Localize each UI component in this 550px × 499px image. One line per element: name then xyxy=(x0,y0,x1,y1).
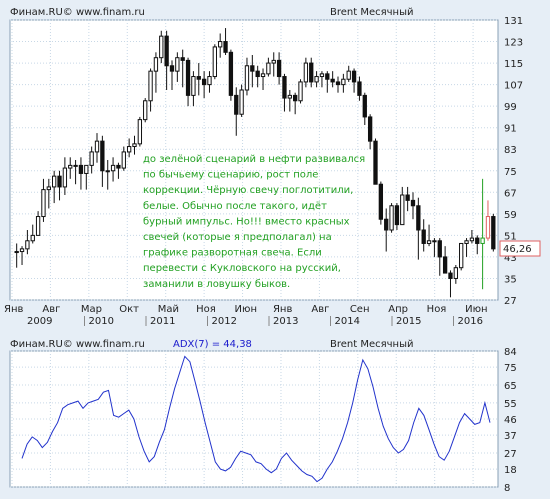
x-year-label: 2011 xyxy=(150,316,175,327)
x-month-label: Янв xyxy=(4,304,23,315)
x-year-label: 2016 xyxy=(458,316,483,327)
x-month-label: Май xyxy=(158,304,179,315)
adx-y-tick-label: 46 xyxy=(504,415,517,426)
y-tick-label: 123 xyxy=(504,38,523,49)
x-month-label: Ноя xyxy=(196,304,216,315)
candle xyxy=(491,213,496,252)
candle xyxy=(143,98,148,123)
x-month-label: Авг xyxy=(311,304,329,315)
x-year-label: 2013 xyxy=(273,316,298,327)
candle xyxy=(228,49,234,101)
annotation-line: белые. Обычно после такого, идёт xyxy=(143,201,327,212)
annotation-line: графике разворотная свеча. Если xyxy=(143,248,322,259)
candle xyxy=(298,79,303,104)
y-tick-label: 67 xyxy=(504,188,517,199)
y-tick-label: 59 xyxy=(504,210,517,221)
adx-y-tick-label: 65 xyxy=(504,381,517,392)
x-month-label: Янв xyxy=(273,304,292,315)
adx-header-left: Финам.RU© www.finam.ru xyxy=(10,339,145,350)
y-tick-label: 131 xyxy=(504,16,523,27)
x-year-label: 2010 xyxy=(89,316,114,327)
annotation-line: коррекции. Чёрную свечу поглотитили, xyxy=(143,185,353,196)
y-tick-label: 115 xyxy=(504,59,523,70)
adx-y-tick-label: 8 xyxy=(504,483,510,494)
candle xyxy=(373,138,378,185)
adx-y-tick-label: 84 xyxy=(504,347,517,358)
y-tick-label: 27 xyxy=(504,296,517,307)
annotation-line: по бычьему сценарию, рост поле xyxy=(143,170,318,181)
x-year-label: 2015 xyxy=(396,316,421,327)
x-year-label: 2012 xyxy=(212,316,237,327)
candle xyxy=(137,116,143,147)
main-header-left: Финам.RU© www.finam.ru xyxy=(10,7,145,18)
x-month-label: Ноя xyxy=(427,304,447,315)
adx-indicator-label: ADX(7) = 44,38 xyxy=(173,339,252,350)
candle xyxy=(389,203,394,233)
x-month-label: Апр xyxy=(388,304,408,315)
main-header-title: Brent Месячный xyxy=(330,7,413,18)
y-tick-label: 35 xyxy=(504,274,517,285)
main-y-axis: 27354351596775839199107115123131 xyxy=(504,16,523,307)
adx-y-tick-label: 27 xyxy=(504,449,517,460)
x-year-label: 2009 xyxy=(27,316,52,327)
annotation-line: заманили в ловушку быков. xyxy=(143,279,290,290)
adx-header-title: Brent Месячный xyxy=(330,339,413,350)
y-tick-label: 107 xyxy=(504,81,523,92)
annotation-line: свечей (которые я предполагал) на xyxy=(143,232,332,243)
candle xyxy=(212,44,217,80)
candle xyxy=(378,181,384,225)
adx-y-tick-label: 18 xyxy=(504,465,517,476)
x-month-label: Окт xyxy=(119,304,139,315)
y-tick-label: 99 xyxy=(504,102,517,113)
candle xyxy=(459,242,464,271)
y-tick-label: 83 xyxy=(504,145,517,156)
last-price-label: 46,26 xyxy=(503,244,532,255)
adx-y-tick-label: 37 xyxy=(504,431,517,442)
annotation-line: до зелёной сценарий в нефти развивался xyxy=(143,154,365,165)
y-tick-label: 75 xyxy=(504,167,517,178)
x-month-label: Июн xyxy=(235,304,257,315)
annotation-line: перевести с Кукловского на русский, xyxy=(143,263,341,274)
y-tick-label: 91 xyxy=(504,124,517,135)
chart-canvas: Финам.RU© www.finam.ru Brent Месячный 27… xyxy=(4,7,541,494)
x-month-label: Мар xyxy=(81,304,102,315)
x-month-label: Сен xyxy=(350,304,370,315)
adx-y-axis: 8 18 27 37 46 55 65 75 84 xyxy=(504,347,517,494)
annotation-line: бурный импульс. Но!!! вместо красных xyxy=(143,216,350,227)
x-month-label: Июн xyxy=(465,304,487,315)
adx-y-tick-label: 75 xyxy=(504,363,517,374)
x-month-label: Авг xyxy=(42,304,60,315)
main-x-axis: Янв Авг Мар Окт Май Ноя Июн Янв Авг Сен Апр Ноя Июн2… xyxy=(4,304,488,327)
adx-y-tick-label: 55 xyxy=(504,399,517,410)
x-year-label: 2014 xyxy=(335,316,360,327)
